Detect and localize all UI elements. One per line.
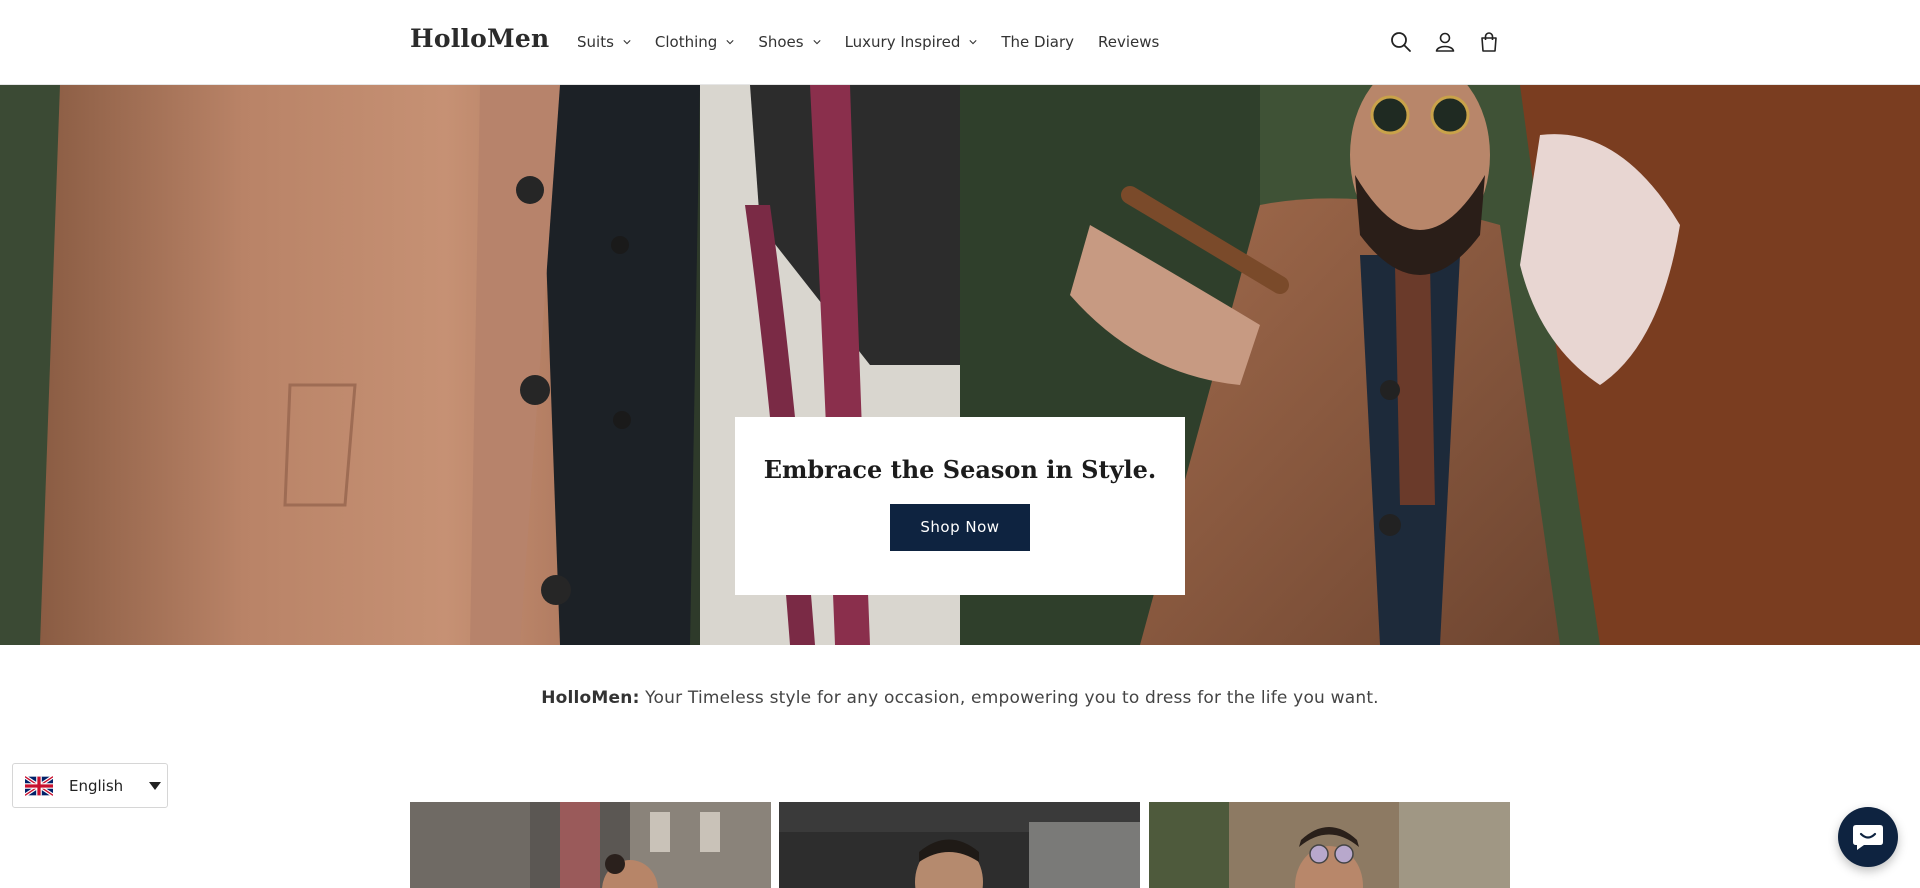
site-header: HolloMen Suits Clothing Shoes Luxury Ins… bbox=[0, 0, 1920, 85]
hero-banner: Embrace the Season in Style. Shop Now bbox=[0, 85, 1920, 645]
chevron-down-icon bbox=[726, 40, 734, 45]
chevron-down-icon bbox=[812, 40, 821, 45]
tagline-text: Your Timeless style for any occasion, em… bbox=[639, 688, 1379, 708]
product-card[interactable] bbox=[1149, 802, 1510, 888]
tagline-brand: HolloMen: bbox=[541, 688, 640, 708]
nav-item-shoes[interactable]: Shoes bbox=[746, 22, 832, 62]
product-grid bbox=[410, 802, 1510, 888]
account-icon bbox=[1435, 32, 1455, 52]
chat-icon bbox=[1853, 825, 1883, 850]
main-nav: Suits Clothing Shoes Luxury Inspired The… bbox=[565, 0, 1171, 84]
nav-item-label: Shoes bbox=[758, 33, 804, 51]
nav-item-suits[interactable]: Suits bbox=[565, 22, 643, 62]
chat-button[interactable] bbox=[1838, 807, 1898, 867]
cart-icon bbox=[1481, 32, 1497, 52]
uk-flag-icon bbox=[25, 775, 53, 796]
hero-callout: Embrace the Season in Style. Shop Now bbox=[735, 417, 1185, 595]
search-button[interactable] bbox=[1388, 25, 1414, 59]
nav-item-label: Reviews bbox=[1098, 33, 1160, 51]
shop-now-button[interactable]: Shop Now bbox=[890, 504, 1030, 551]
nav-item-clothing[interactable]: Clothing bbox=[643, 22, 746, 62]
nav-item-luxury-inspired[interactable]: Luxury Inspired bbox=[833, 22, 990, 62]
header-icons bbox=[1388, 25, 1502, 59]
site-logo[interactable]: HolloMen bbox=[410, 24, 549, 53]
nav-item-label: Clothing bbox=[654, 33, 718, 51]
nav-item-label: Luxury Inspired bbox=[844, 33, 961, 51]
language-selector[interactable]: English bbox=[12, 763, 168, 808]
nav-item-label: Suits bbox=[577, 33, 614, 51]
hero-title: Embrace the Season in Style. bbox=[763, 455, 1157, 484]
product-card[interactable] bbox=[779, 802, 1140, 888]
search-icon bbox=[1391, 32, 1411, 52]
nav-item-the-diary[interactable]: The Diary bbox=[989, 22, 1086, 62]
chevron-down-icon bbox=[969, 40, 977, 45]
chevron-down-icon bbox=[623, 40, 631, 45]
brand-tagline: HolloMen: Your Timeless style for any oc… bbox=[0, 688, 1920, 708]
cart-button[interactable] bbox=[1476, 25, 1502, 59]
account-button[interactable] bbox=[1432, 25, 1458, 59]
language-label: English bbox=[69, 776, 124, 795]
nav-item-label: The Diary bbox=[1001, 33, 1075, 51]
nav-item-reviews[interactable]: Reviews bbox=[1086, 22, 1171, 62]
caret-down-icon bbox=[149, 781, 162, 790]
product-card[interactable] bbox=[410, 802, 771, 888]
